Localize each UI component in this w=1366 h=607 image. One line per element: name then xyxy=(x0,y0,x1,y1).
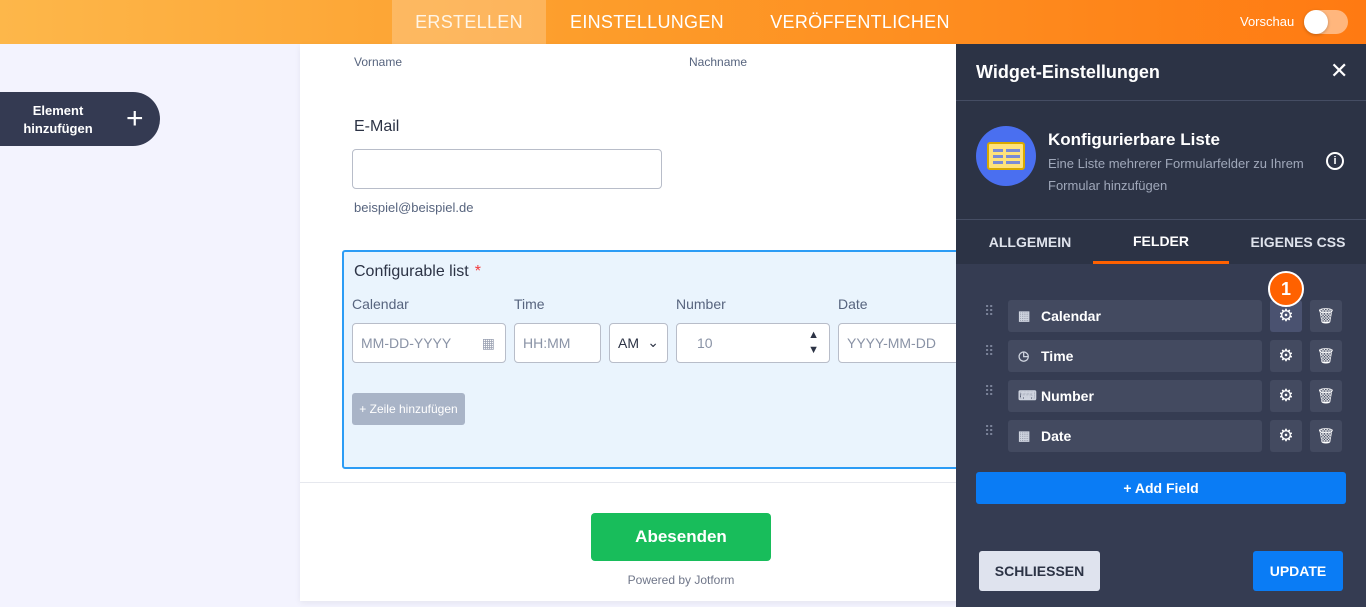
calendar-icon: ▦ xyxy=(1018,428,1031,443)
drag-handle-icon[interactable]: ⠿ xyxy=(984,344,994,358)
required-mark: * xyxy=(474,263,481,280)
drag-handle-icon[interactable]: ⠿ xyxy=(984,424,994,438)
column-label-calendar: Calendar xyxy=(352,296,409,312)
time-input[interactable]: HH:MM xyxy=(514,323,601,363)
plus-icon: + xyxy=(126,102,144,135)
number-icon: ⌨ xyxy=(1018,388,1037,403)
panel-title: Widget-Einstellungen xyxy=(976,62,1160,82)
last-name-sublabel: Nachname xyxy=(689,55,748,69)
add-field-button[interactable]: + Add Field xyxy=(976,472,1346,504)
field-label: Time xyxy=(1041,348,1074,364)
close-icon[interactable]: ✕ xyxy=(1330,60,1348,82)
field-row-date: ⠿ ▦ Date ⚙ 🗑 xyxy=(956,420,1366,452)
widget-settings-panel: Widget-Einstellungen ✕ Konfigurierbare L… xyxy=(956,44,1366,607)
top-bar: ERSTELLEN EINSTELLUNGEN VERÖFFENTLICHEN … xyxy=(0,0,1366,44)
drag-handle-icon[interactable]: ⠿ xyxy=(984,304,994,318)
nav-tab-settings[interactable]: EINSTELLUNGEN xyxy=(560,0,734,44)
form-divider xyxy=(300,482,960,483)
time-placeholder: HH:MM xyxy=(523,335,571,351)
trash-icon[interactable]: 🗑 xyxy=(1310,420,1342,452)
preview-label: Vorschau xyxy=(1240,14,1295,29)
date-placeholder: YYYY-MM-DD xyxy=(847,335,936,351)
tab-felder[interactable]: FELDER xyxy=(1093,220,1229,264)
field-label: Calendar xyxy=(1041,308,1101,324)
configurable-list-title-text: Configurable list xyxy=(354,263,469,280)
powered-by-text: Powered by Jotform xyxy=(627,573,735,587)
column-label-date: Date xyxy=(838,296,868,312)
ampm-select[interactable]: AM ⌄ xyxy=(609,323,668,363)
email-input[interactable] xyxy=(352,149,662,189)
drag-handle-icon[interactable]: ⠿ xyxy=(984,384,994,398)
field-row-number: ⠿ ⌨ Number ⚙ 🗑 xyxy=(956,380,1366,412)
widget-title: Konfigurierbare Liste xyxy=(1048,130,1220,149)
calendar-icon: ▦ xyxy=(481,335,495,351)
column-label-time: Time xyxy=(514,296,545,312)
preview-toggle[interactable] xyxy=(1304,10,1348,34)
field-row-time: ⠿ ◷ Time ⚙ 🗑 xyxy=(956,340,1366,372)
ampm-value: AM xyxy=(618,335,639,351)
form-canvas: Vorname Nachname E-Mail beispiel@beispie… xyxy=(300,44,982,601)
email-label: E-Mail xyxy=(354,118,400,135)
add-element-button[interactable]: Element hinzufügen + xyxy=(0,92,160,146)
trash-icon[interactable]: 🗑 xyxy=(1310,300,1342,332)
field-row-calendar: ⠿ ▦ Calendar ⚙ 🗑 xyxy=(956,300,1366,332)
clock-icon: ◷ xyxy=(1018,348,1030,363)
field-name-number[interactable]: ⌨ Number xyxy=(1008,380,1262,412)
field-name-date[interactable]: ▦ Date xyxy=(1008,420,1262,452)
tab-allgemein[interactable]: ALLGEMEIN xyxy=(980,220,1080,264)
panel-tabs: ALLGEMEIN FELDER EIGENES CSS xyxy=(956,220,1366,264)
submit-button[interactable]: Abesenden xyxy=(591,513,771,561)
chevron-down-icon: ⌄ xyxy=(647,334,659,350)
gear-icon[interactable]: ⚙ xyxy=(1270,340,1302,372)
field-name-calendar[interactable]: ▦ Calendar xyxy=(1008,300,1262,332)
close-button[interactable]: SCHLIESSEN xyxy=(979,551,1100,591)
step-badge: 1 xyxy=(1268,271,1304,307)
gear-icon[interactable]: ⚙ xyxy=(1270,420,1302,452)
nav-tab-create[interactable]: ERSTELLEN xyxy=(392,0,546,44)
configurable-list-widget[interactable]: Configurable list * Calendar Time Number … xyxy=(342,250,982,469)
number-placeholder: 10 xyxy=(697,335,713,351)
calendar-input[interactable]: MM-DD-YYYY ▦ xyxy=(352,323,506,363)
update-button[interactable]: UPDATE xyxy=(1253,551,1343,591)
trash-icon[interactable]: 🗑 xyxy=(1310,380,1342,412)
configurable-list-title: Configurable list * xyxy=(354,263,481,281)
panel-separator xyxy=(956,100,1366,101)
calendar-icon: ▦ xyxy=(1018,308,1031,323)
info-icon[interactable]: i xyxy=(1326,152,1344,170)
trash-icon[interactable]: 🗑 xyxy=(1310,340,1342,372)
nav-tab-publish[interactable]: VERÖFFENTLICHEN xyxy=(760,0,960,44)
column-label-number: Number xyxy=(676,296,726,312)
toggle-knob xyxy=(1304,10,1328,34)
email-sublabel: beispiel@beispiel.de xyxy=(354,200,474,215)
configurable-list-icon xyxy=(976,126,1036,186)
number-input[interactable]: 10 ▲ ▼ xyxy=(676,323,830,363)
first-name-sublabel: Vorname xyxy=(354,55,403,69)
tab-eigenes-css[interactable]: EIGENES CSS xyxy=(1248,220,1348,264)
number-spinner-icon[interactable]: ▲ ▼ xyxy=(808,328,819,358)
add-element-label: Element hinzufügen xyxy=(23,103,93,136)
field-label: Number xyxy=(1041,388,1094,404)
field-label: Date xyxy=(1041,428,1072,444)
field-name-time[interactable]: ◷ Time xyxy=(1008,340,1262,372)
widget-description: Eine Liste mehrerer Formularfelder zu Ih… xyxy=(1048,156,1304,193)
calendar-placeholder: MM-DD-YYYY xyxy=(361,335,452,351)
gear-icon[interactable]: ⚙ xyxy=(1270,380,1302,412)
add-row-button[interactable]: + Zeile hinzufügen xyxy=(352,393,465,425)
